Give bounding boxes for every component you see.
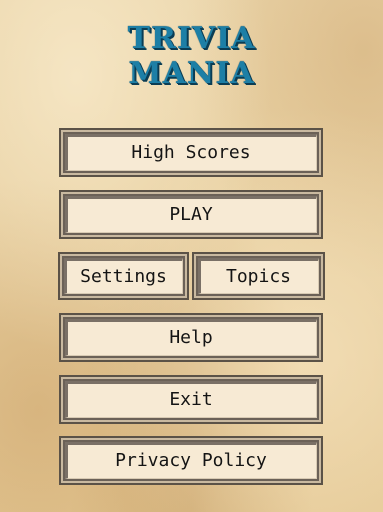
privacy-policy-label: Privacy Policy [115, 450, 267, 471]
play-button[interactable]: PLAY [59, 190, 323, 239]
settings-label: Settings [80, 265, 167, 287]
topics-label: Topics [225, 265, 292, 287]
play-label: PLAY [169, 204, 213, 225]
settings-button[interactable]: Settings [58, 252, 189, 300]
privacy-policy-button[interactable]: Privacy Policy [59, 436, 323, 485]
high-scores-label: High Scores [131, 142, 251, 163]
help-label: Help [169, 327, 213, 348]
high-scores-button[interactable]: High Scores [59, 128, 323, 177]
exit-label: Exit [169, 389, 213, 410]
exit-button[interactable]: Exit [59, 375, 323, 424]
help-button[interactable]: Help [59, 313, 323, 362]
topics-button[interactable]: Topics [192, 252, 325, 300]
game-title-line-1: TRIVIA [127, 21, 256, 56]
game-title-line-2: MANIA [128, 56, 255, 91]
